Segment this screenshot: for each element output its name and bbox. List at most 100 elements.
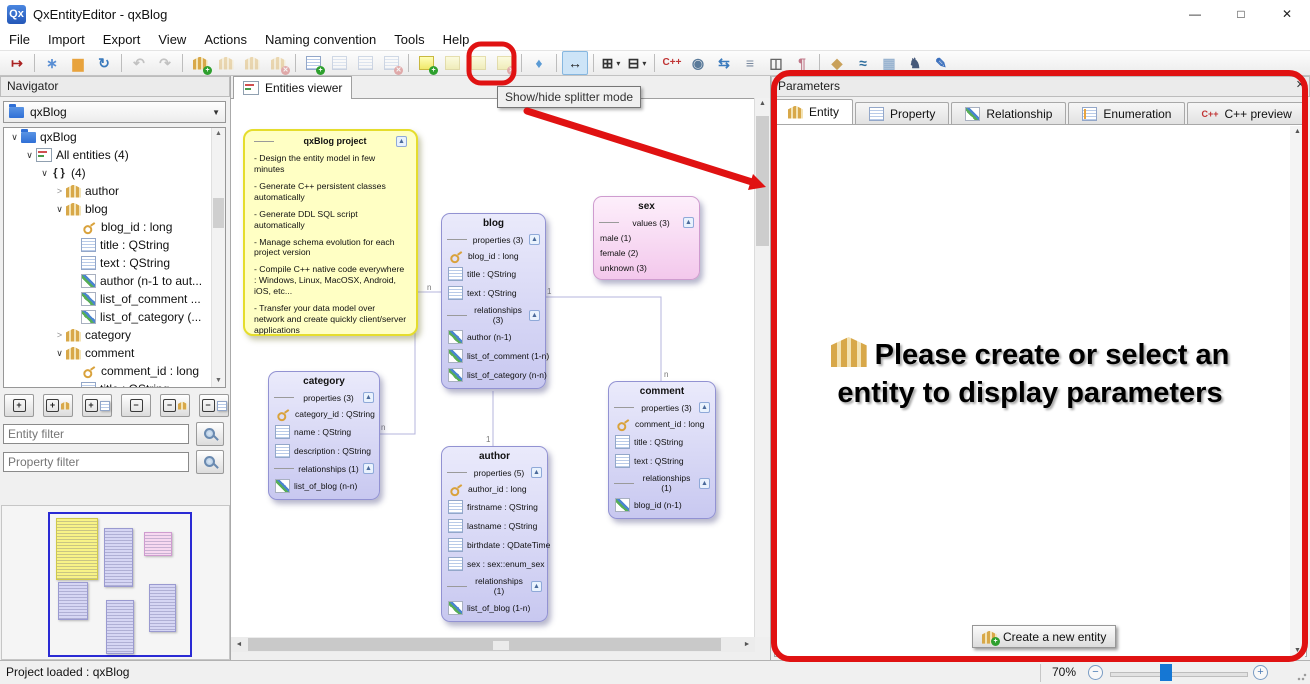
collapse-section-button[interactable]: ▲ <box>531 581 542 592</box>
add-property-button[interactable]: + <box>301 52 325 74</box>
menu-export[interactable]: Export <box>94 30 150 49</box>
entity-row-female-2[interactable]: female (2) <box>594 245 699 260</box>
entity-box-category[interactable]: categoryproperties (3)▲category_id : QSt… <box>268 371 380 500</box>
entity-box-author[interactable]: authorproperties (5)▲author_id : longfir… <box>441 446 548 622</box>
entity-filter-search-button[interactable] <box>196 422 224 446</box>
menu-import[interactable]: Import <box>39 30 94 49</box>
tree-item-blog[interactable]: ∨blog <box>4 200 225 218</box>
add-note-button[interactable]: + <box>414 52 438 74</box>
zoom-out-button[interactable]: − <box>1088 665 1103 680</box>
property-filter-search-button[interactable] <box>196 450 224 474</box>
expanded-chevron-icon[interactable]: ∨ <box>53 204 66 215</box>
collapse-all-tree-button[interactable]: − <box>121 394 151 417</box>
scroll-right-icon[interactable]: ► <box>739 637 755 652</box>
menu-tools[interactable]: Tools <box>385 30 433 49</box>
tree-item-text-qstring[interactable]: text : QString <box>4 254 225 272</box>
entity-row-sex-sex-enum-sex[interactable]: sex : sex::enum_sex <box>442 554 547 573</box>
entity-row-title-qstring[interactable]: title : QString <box>609 432 715 451</box>
collapse-properties-tree-button[interactable]: − <box>199 394 229 417</box>
diagram-canvas[interactable]: nn1n1 qxBlog project ▲ - Design the enti… <box>231 98 755 638</box>
canvas-vertical-scrollbar[interactable]: ▲ <box>754 98 770 637</box>
new-project-button[interactable]: ∗ <box>40 52 64 74</box>
collapse-section-button[interactable]: ▲ <box>699 478 710 489</box>
tree-item-category[interactable]: >category <box>4 326 225 344</box>
entity-row-list-of-blog-1-n[interactable]: list_of_blog (1-n) <box>442 598 547 617</box>
zoom-slider-track[interactable] <box>1110 672 1248 677</box>
entity-row-text-qstring[interactable]: text : QString <box>609 451 715 470</box>
entity-row-author-id-long[interactable]: author_id : long <box>442 480 547 497</box>
tree-scrollbar-thumb[interactable] <box>213 198 224 228</box>
script-export-button[interactable]: ¶ <box>790 52 814 74</box>
splitter-mode-button[interactable]: ↔ <box>562 51 588 75</box>
tree-item-author[interactable]: >author <box>4 182 225 200</box>
property-filter-input[interactable] <box>3 452 189 472</box>
entity-row-list-of-comment-1-n[interactable]: list_of_comment (1-n) <box>442 346 545 365</box>
mssql-button[interactable]: ✎ <box>929 52 953 74</box>
collapse-section-button[interactable]: ▲ <box>683 217 694 228</box>
collapse-note-button[interactable]: ▲ <box>396 136 407 147</box>
scroll-down-icon[interactable]: ▼ <box>212 375 225 387</box>
entity-row-name-qstring[interactable]: name : QString <box>269 422 379 441</box>
preview-button[interactable]: ◉ <box>686 52 710 74</box>
scroll-down-icon[interactable]: ▼ <box>1290 645 1305 657</box>
expand-all-button[interactable]: ⊞▾ <box>599 52 623 74</box>
entity-row-author-n-1[interactable]: author (n-1) <box>442 327 545 346</box>
entity-box-sex[interactable]: sexvalues (3)▲male (1)female (2)unknown … <box>593 196 700 280</box>
tree-item-comment-id-long[interactable]: comment_id : long <box>4 362 225 380</box>
canvas-vscroll-thumb[interactable] <box>756 116 769 246</box>
create-entity-button[interactable]: + Create a new entity <box>972 625 1116 648</box>
tab-entity[interactable]: Entity <box>774 99 853 124</box>
tree-scrollbar[interactable]: ▲ ▼ <box>211 128 225 387</box>
entity-row-title-qstring[interactable]: title : QString <box>442 264 545 283</box>
collapse-section-button[interactable]: ▲ <box>363 463 374 474</box>
cpp-export-button[interactable]: C++ <box>660 52 684 74</box>
menu-help[interactable]: Help <box>434 30 479 49</box>
menu-actions[interactable]: Actions <box>195 30 256 49</box>
tree-item-4[interactable]: ∨{ }(4) <box>4 164 225 182</box>
maximize-button[interactable]: □ <box>1218 0 1264 28</box>
scroll-left-icon[interactable]: ◄ <box>231 637 247 652</box>
tree-item-title-qstring[interactable]: title : QString <box>4 236 225 254</box>
database-export-button[interactable]: ≡ <box>738 52 762 74</box>
tab-relationship[interactable]: Relationship <box>951 102 1066 124</box>
exit-project-button[interactable]: ↦ <box>5 52 29 74</box>
tag-button[interactable]: ♦ <box>527 52 551 74</box>
tree-item-title-qstring[interactable]: title : QString <box>4 380 225 388</box>
scroll-up-icon[interactable]: ▲ <box>1290 126 1305 138</box>
entity-row-category-id-qstring[interactable]: category_id : QString <box>269 405 379 422</box>
refresh-button[interactable]: ↻ <box>92 52 116 74</box>
qxorm-button[interactable]: ◆ <box>825 52 849 74</box>
tree-item-list-of-comment[interactable]: list_of_comment ... <box>4 290 225 308</box>
entity-row-firstname-qstring[interactable]: firstname : QString <box>442 497 547 516</box>
entity-row-blog-id-long[interactable]: blog_id : long <box>442 247 545 264</box>
mysql-button[interactable]: ≈ <box>851 52 875 74</box>
print-button[interactable]: ◫ <box>764 52 788 74</box>
close-button[interactable]: ✕ <box>1264 0 1310 28</box>
expand-entities-tree-button[interactable]: + <box>43 394 73 417</box>
entity-row-birthdate-qdatetime[interactable]: birthdate : QDateTime <box>442 535 547 554</box>
canvas-horizontal-scrollbar[interactable]: ◄ ► <box>231 637 755 652</box>
tree-item-qxblog[interactable]: ∨qxBlog <box>4 128 225 146</box>
expand-all-tree-button[interactable]: + <box>4 394 34 417</box>
tab-property[interactable]: Property <box>855 102 949 124</box>
entity-row-description-qstring[interactable]: description : QString <box>269 441 379 460</box>
resize-grip[interactable] <box>1297 671 1307 681</box>
tree-item-all-entities-4[interactable]: ∨All entities (4) <box>4 146 225 164</box>
entity-row-male-1[interactable]: male (1) <box>594 230 699 245</box>
expand-properties-tree-button[interactable]: + <box>82 394 112 417</box>
navigator-minimap[interactable] <box>1 505 230 660</box>
collapse-section-button[interactable]: ▲ <box>531 467 542 478</box>
collapse-section-button[interactable]: ▲ <box>529 234 540 245</box>
entity-row-lastname-qstring[interactable]: lastname : QString <box>442 516 547 535</box>
entity-row-blog-id-n-1[interactable]: blog_id (n-1) <box>609 495 715 514</box>
entity-filter-input[interactable] <box>3 424 189 444</box>
project-note[interactable]: qxBlog project ▲ - Design the entity mod… <box>243 129 418 336</box>
entity-box-blog[interactable]: blogproperties (3)▲blog_id : longtitle :… <box>441 213 546 389</box>
collapsed-chevron-icon[interactable]: > <box>53 186 66 196</box>
menu-view[interactable]: View <box>149 30 195 49</box>
tree-item-blog-id-long[interactable]: blog_id : long <box>4 218 225 236</box>
tab-entities-viewer[interactable]: Entities viewer <box>233 76 352 99</box>
sqlite-button[interactable]: ▦ <box>877 52 901 74</box>
entity-row-text-qstring[interactable]: text : QString <box>442 283 545 302</box>
entity-row-comment-id-long[interactable]: comment_id : long <box>609 415 715 432</box>
